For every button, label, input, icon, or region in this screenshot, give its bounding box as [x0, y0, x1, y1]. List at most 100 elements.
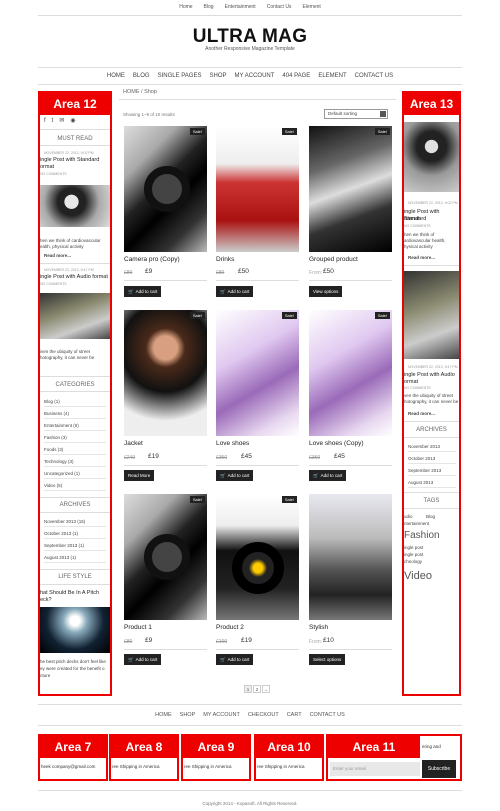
- post-title[interactable]: format: [404, 216, 420, 223]
- add-to-cart-button[interactable]: 🛒 Add to cart: [124, 654, 162, 665]
- top-nav-blog[interactable]: Blog: [204, 4, 214, 10]
- footer-nav-shop[interactable]: SHOP: [180, 712, 196, 718]
- main-nav-my-account[interactable]: MY ACCOUNT: [235, 73, 275, 79]
- product-title[interactable]: Product 1: [124, 624, 152, 631]
- archive-item[interactable]: November 2013 (15): [44, 516, 106, 527]
- tag-link[interactable]: Video: [404, 569, 432, 583]
- tag-link[interactable]: chnology: [404, 559, 422, 565]
- archive-item[interactable]: September 2013 (1): [44, 540, 106, 551]
- post-title[interactable]: eck?: [40, 597, 52, 604]
- read-more-link[interactable]: Read more...: [408, 255, 435, 261]
- product-title[interactable]: Love shoes: [216, 440, 249, 447]
- post-image[interactable]: [404, 122, 459, 192]
- sorting-select[interactable]: Default sorting: [324, 109, 388, 119]
- product-image[interactable]: Sale!: [216, 310, 299, 436]
- next-page[interactable]: →: [262, 685, 270, 693]
- top-nav-element[interactable]: Element: [302, 4, 320, 10]
- contact-email[interactable]: heek company@gmail.com: [41, 764, 95, 769]
- read-more-button[interactable]: Read More: [124, 470, 155, 481]
- tag-link[interactable]: Fashion: [404, 529, 440, 542]
- tag-link[interactable]: udio: [404, 514, 413, 520]
- product-image[interactable]: Sale!: [124, 494, 207, 620]
- category-item[interactable]: Foods (3): [44, 444, 106, 455]
- post-excerpt: hotography, it can never be: [40, 355, 95, 360]
- read-more-link[interactable]: Read more...: [44, 253, 71, 259]
- read-more-link[interactable]: Read more...: [408, 411, 435, 417]
- category-item[interactable]: Technology (3): [44, 456, 106, 467]
- footer-nav-contact[interactable]: CONTACT US: [310, 712, 345, 718]
- tag-link[interactable]: ingle post: [404, 552, 423, 558]
- divider: [40, 145, 110, 146]
- tag-link[interactable]: ingle post: [404, 545, 423, 551]
- site-tagline: Another Responsive Magazine Template: [205, 46, 295, 52]
- facebook-icon[interactable]: f: [44, 118, 46, 126]
- add-to-cart-button[interactable]: 🛒 Add to cart: [216, 470, 254, 481]
- breadcrumb[interactable]: HOME / Shop: [123, 89, 157, 95]
- product-title[interactable]: Stylish: [309, 624, 328, 631]
- product-image[interactable]: Sale!: [216, 494, 299, 620]
- top-nav-entertainment[interactable]: Entertainment: [225, 4, 256, 10]
- product-title[interactable]: Love shoes (Copy): [309, 440, 364, 447]
- post-image[interactable]: [40, 607, 110, 653]
- category-item[interactable]: Blog (1): [44, 396, 106, 407]
- product-image[interactable]: Sale!: [124, 126, 207, 252]
- post-title[interactable]: ingle Post with Audio format: [40, 274, 108, 281]
- site-logo[interactable]: ULTRA MAG: [0, 26, 500, 48]
- archive-item[interactable]: September 2013: [408, 465, 456, 476]
- main-nav-404[interactable]: 404 PAGE: [282, 73, 310, 79]
- footer-nav-home[interactable]: HOME: [155, 712, 172, 718]
- footer-nav-cart[interactable]: CART: [287, 712, 302, 718]
- product-title[interactable]: Camera pro (Copy): [124, 256, 180, 263]
- add-to-cart-button[interactable]: 🛒 Add to cart: [309, 470, 347, 481]
- category-item[interactable]: Entertainment (5): [44, 420, 106, 431]
- page-2[interactable]: 2: [253, 685, 261, 693]
- product-image[interactable]: Sale!: [124, 310, 207, 436]
- post-image[interactable]: [40, 185, 110, 227]
- page-1[interactable]: 1: [244, 685, 252, 693]
- main-nav-home[interactable]: HOME: [107, 73, 125, 79]
- tag-link[interactable]: ntertainment: [404, 521, 429, 527]
- main-nav-element[interactable]: ELEMENT: [318, 73, 346, 79]
- twitter-icon[interactable]: t: [52, 118, 54, 126]
- subscribe-button[interactable]: Subscribe: [422, 760, 456, 778]
- post-excerpt: ardiovascular health,: [404, 238, 446, 243]
- main-nav-contact[interactable]: CONTACT US: [355, 73, 393, 79]
- archive-item[interactable]: August 2013: [408, 477, 456, 488]
- category-item[interactable]: Video (5): [44, 480, 106, 491]
- post-title[interactable]: ormat: [40, 164, 54, 171]
- product-image[interactable]: Sale!: [216, 126, 299, 252]
- email-icon[interactable]: ✉: [59, 118, 64, 126]
- product-image[interactable]: Sale!: [309, 310, 392, 436]
- main-nav-single-pages[interactable]: SINGLE PAGES: [158, 73, 202, 79]
- post-image[interactable]: [40, 293, 110, 339]
- top-nav-contact[interactable]: Contact Us: [267, 4, 292, 10]
- category-item[interactable]: Uncategorized (1): [44, 468, 106, 479]
- archive-item[interactable]: November 2013: [408, 441, 456, 452]
- post-image[interactable]: [404, 271, 459, 359]
- product-title[interactable]: Product 2: [216, 624, 244, 631]
- newsletter-email-input[interactable]: Enter your email: [330, 762, 420, 776]
- view-options-button[interactable]: View options: [309, 286, 343, 297]
- add-to-cart-button[interactable]: 🛒 Add to cart: [124, 286, 162, 297]
- add-to-cart-button[interactable]: 🛒 Add to cart: [216, 286, 254, 297]
- product-image[interactable]: [309, 494, 392, 620]
- main-nav-blog[interactable]: BLOG: [133, 73, 150, 79]
- product-title[interactable]: Grouped product: [309, 256, 358, 263]
- footer-nav-my-account[interactable]: MY ACCOUNT: [203, 712, 240, 718]
- category-item[interactable]: Business (4): [44, 408, 106, 419]
- archive-item[interactable]: October 2013: [408, 453, 456, 464]
- button-label: Add to cart: [135, 657, 158, 662]
- footer-nav-checkout[interactable]: CHECKOUT: [248, 712, 279, 718]
- main-nav-shop[interactable]: SHOP: [209, 73, 226, 79]
- select-options-button[interactable]: Select options: [309, 654, 346, 665]
- product-title[interactable]: Drinks: [216, 256, 234, 263]
- add-to-cart-button[interactable]: 🛒 Add to cart: [216, 654, 254, 665]
- product-title[interactable]: Jacket: [124, 440, 143, 447]
- top-nav-home[interactable]: Home: [179, 4, 192, 10]
- archive-item[interactable]: October 2013 (1): [44, 528, 106, 539]
- category-item[interactable]: Fashion (3): [44, 432, 106, 443]
- rss-icon[interactable]: ◉: [70, 118, 75, 126]
- product-image[interactable]: Sale!: [309, 126, 392, 252]
- archive-item[interactable]: August 2013 (1): [44, 552, 106, 563]
- tag-link[interactable]: Blog: [426, 514, 435, 520]
